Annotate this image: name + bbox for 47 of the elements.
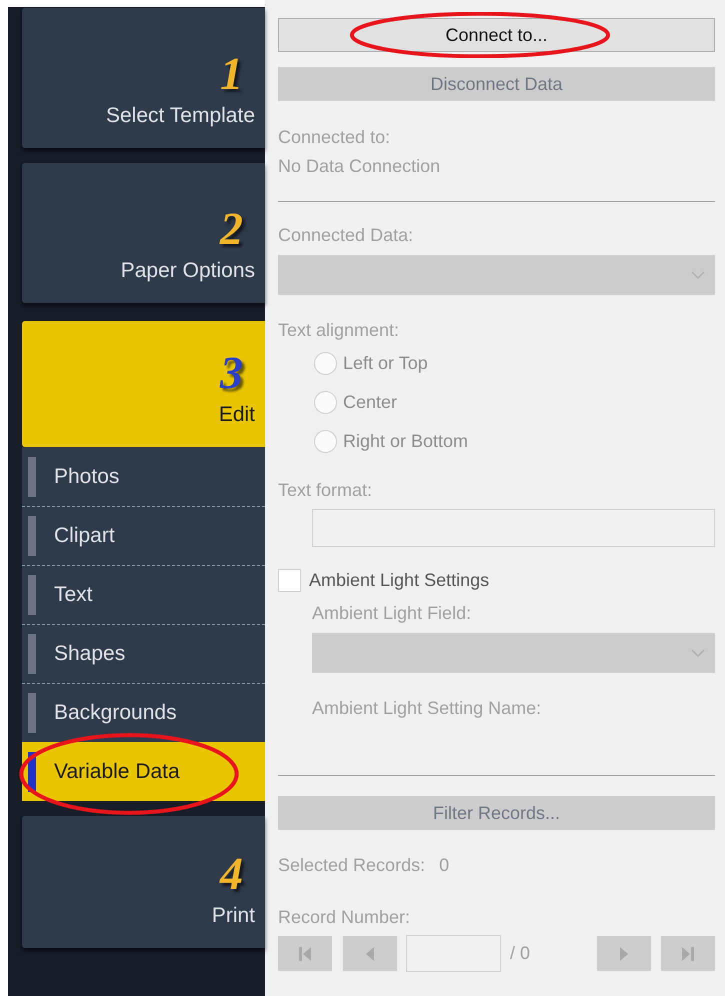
step-card[interactable]: 3 Edit xyxy=(22,321,265,447)
step-number: 4 xyxy=(220,851,243,897)
step-number: 1 xyxy=(220,51,243,97)
last-icon xyxy=(681,946,695,962)
nav-button[interactable] xyxy=(343,936,397,971)
chevron-down-icon xyxy=(691,649,705,657)
connected-to-label: Connected to: xyxy=(278,126,392,149)
edit-menu-item[interactable]: Text xyxy=(22,565,265,624)
edit-menu-item[interactable]: Clipart xyxy=(22,506,265,565)
edit-menu-item[interactable]: Backgrounds xyxy=(22,683,265,742)
record-total: / 0 xyxy=(510,942,530,965)
nav-button[interactable] xyxy=(661,936,715,971)
step-label: Select Template xyxy=(106,105,255,126)
edit-menu-item[interactable]: Variable Data xyxy=(22,742,265,801)
step-number: 2 xyxy=(220,206,243,252)
item-marker xyxy=(28,516,36,556)
item-marker xyxy=(28,634,36,674)
first-icon xyxy=(298,946,312,962)
nav-button[interactable] xyxy=(597,936,651,971)
ambient-field-dropdown[interactable] xyxy=(312,633,715,673)
chevron-down-icon xyxy=(691,271,705,279)
step-label: Print xyxy=(212,905,255,926)
connected-data-label: Connected Data: xyxy=(278,224,414,247)
step-number: 3 xyxy=(220,350,243,396)
selected-records-count: 0 xyxy=(439,854,450,877)
next-icon xyxy=(619,946,629,962)
item-marker xyxy=(28,693,36,733)
text-format-label: Text format: xyxy=(278,479,374,502)
ambient-light-checkbox[interactable]: Ambient Light Settings xyxy=(278,567,715,594)
selected-records-label: Selected Records: xyxy=(278,854,426,877)
item-marker xyxy=(28,575,36,615)
text-alignment-label: Text alignment: xyxy=(278,319,400,342)
step-card[interactable]: 2 Paper Options xyxy=(22,163,265,303)
item-marker xyxy=(28,456,36,496)
step-card[interactable]: 1 Select Template xyxy=(22,8,265,148)
edit-menu-item[interactable]: Photos xyxy=(22,447,265,506)
step-label: Edit xyxy=(218,404,255,425)
ambient-field-label: Ambient Light Field: xyxy=(312,602,472,625)
edit-menu-item[interactable]: Shapes xyxy=(22,624,265,683)
previous-icon xyxy=(365,946,375,962)
step-card[interactable]: 4 Print xyxy=(22,816,265,948)
nav-button[interactable] xyxy=(278,936,332,971)
record-number-label: Record Number: xyxy=(278,906,412,929)
step-label: Paper Options xyxy=(120,260,255,281)
setting-name-label: Ambient Light Setting Name: xyxy=(312,697,542,720)
connect-button[interactable]: Connect to... xyxy=(278,18,715,52)
connection-status: No Data Connection xyxy=(278,155,442,178)
